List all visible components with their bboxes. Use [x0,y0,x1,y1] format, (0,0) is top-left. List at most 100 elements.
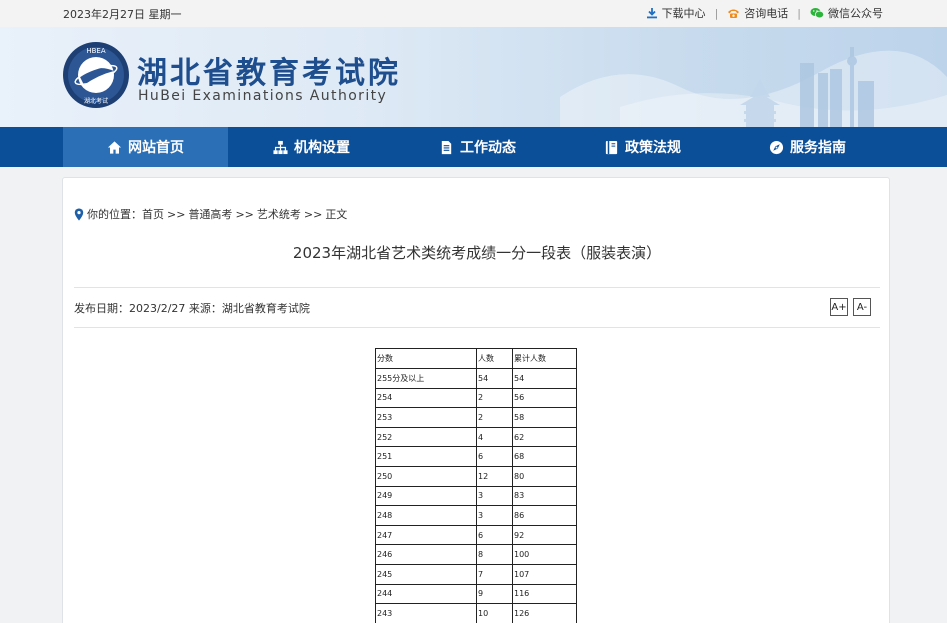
cell-cumulative: 92 [512,524,577,546]
separator: | [714,6,719,20]
cell-count: 54 [476,368,513,389]
article-meta: 发布日期：2023/2/27 来源：湖北省教育考试院 [74,302,310,315]
wechat-icon [810,8,824,19]
breadcrumb-home[interactable]: 首页 [142,206,164,222]
breadcrumb: 你的位置： 首页 >> 普通高考 >> 艺术统考 >> 正文 [74,206,347,222]
table-row: 248 3 86 [375,505,577,526]
cell-cumulative: 62 [512,426,577,448]
consult-phone-label: 咨询电话 [744,7,789,20]
cell-cumulative: 100 [512,544,577,565]
book-icon [605,140,618,154]
divider [74,327,880,328]
table-row: 246 8 100 [375,544,577,565]
top-bar: 2023年2月27日 星期一 下载中心 | 咨询电话 | 微信公众号 [0,0,947,27]
table-row: 247 6 92 [375,524,577,546]
breadcrumb-separator: >> [303,207,323,221]
cell-score: 248 [375,505,477,526]
table-row: 244 9 116 [375,583,577,605]
cell-count: 3 [476,485,513,507]
nav-item-organization[interactable]: 机构设置 [228,127,395,167]
cell-score: 246 [375,544,477,565]
cell-count: 4 [476,426,513,448]
table-body: 255分及以上 54 54 254 2 56 253 2 58 252 4 62 251 6 68 250 12… [375,368,577,623]
cell-score: 251 [375,446,477,467]
breadcrumb-separator: >> [167,207,186,221]
hbea-logo[interactable]: HBEA 湖北考试 [62,41,130,109]
cell-cumulative: 107 [512,563,577,585]
score-distribution-table: 分数 人数 累计人数 255分及以上 54 54 254 2 56 253 2 58 252 4 62… [375,348,577,623]
separator: | [797,6,801,20]
phone-icon [728,9,740,18]
table-row: 250 12 80 [375,465,577,487]
table-row: 254 2 56 [375,387,577,409]
table-row: 243 10 126 [375,603,577,623]
wechat-label: 微信公众号 [828,7,883,20]
breadcrumb-gaokao[interactable]: 普通高考 [188,206,232,222]
nav-item-policies[interactable]: 政策法规 [560,127,725,167]
logo-text-top: HBEA [86,47,105,55]
cell-cumulative: 54 [512,368,577,389]
nav-label: 服务指南 [790,140,846,156]
nav-item-service-guide[interactable]: 服务指南 [725,127,890,167]
column-header-cumulative: 累计人数 [512,348,577,369]
site-title-en: HuBei Examinations Authority [138,88,388,104]
download-icon [646,8,657,19]
location-pin-icon [74,208,84,220]
cell-score: 252 [375,426,477,448]
city-skyline-decoration [560,47,947,127]
cell-count: 2 [476,407,513,428]
cell-count: 8 [476,544,513,565]
cell-count: 3 [476,505,513,526]
cell-count: 6 [476,446,513,467]
cell-score: 255分及以上 [375,368,477,389]
cell-score: 245 [375,563,477,585]
nav-label: 政策法规 [625,140,681,156]
consult-phone-link[interactable]: 咨询电话 [727,5,788,21]
cell-cumulative: 126 [512,603,577,623]
wechat-link[interactable]: 微信公众号 [810,5,883,21]
divider [74,287,880,288]
home-icon [107,140,122,154]
nav-item-work-news[interactable]: 工作动态 [395,127,560,167]
download-center-link[interactable]: 下载中心 [646,5,706,21]
site-title-cn: 湖北省教育考试院 [137,56,401,91]
article-panel: 你的位置： 首页 >> 普通高考 >> 艺术统考 >> 正文 2023年湖北省艺… [62,177,890,623]
table-row: 253 2 58 [375,407,577,428]
font-decrease-button[interactable]: A- [853,298,871,316]
cell-score: 243 [375,603,477,623]
breadcrumb-separator: >> [235,207,254,221]
cell-cumulative: 68 [512,446,577,467]
nav-label: 机构设置 [294,140,350,156]
table-row: 245 7 107 [375,563,577,585]
logo-text-bottom: 湖北考试 [84,97,108,105]
download-center-label: 下载中心 [661,7,706,20]
site-header-banner: HBEA 湖北考试 湖北省教育考试院 HuBei Examinations Au… [0,27,947,127]
column-header-count: 人数 [476,348,513,369]
document-icon [441,140,452,154]
breadcrumb-art-exam[interactable]: 艺术统考 [257,206,301,222]
compass-icon [769,140,784,154]
breadcrumb-current: 正文 [325,208,348,221]
cell-score: 250 [375,465,477,487]
font-increase-button[interactable]: A+ [830,298,848,316]
org-chart-icon [273,140,288,154]
table-row: 251 6 68 [375,446,577,467]
cell-score: 253 [375,407,477,428]
nav-label: 网站首页 [128,140,184,156]
cell-count: 2 [476,387,513,409]
cell-score: 249 [375,485,477,507]
cell-cumulative: 56 [512,387,577,409]
table-row: 249 3 83 [375,485,577,507]
main-nav: 网站首页 机构设置 工作动态 政策法规 服务指南 [0,127,947,167]
cell-score: 247 [375,524,477,546]
cell-cumulative: 83 [512,485,577,507]
breadcrumb-prefix: 你的位置： [87,208,142,221]
cell-count: 12 [476,465,513,487]
table-row: 255分及以上 54 54 [375,368,577,389]
nav-label: 工作动态 [460,140,516,156]
nav-item-home[interactable]: 网站首页 [63,127,228,167]
cell-count: 9 [476,583,513,605]
table-row: 252 4 62 [375,426,577,448]
cell-score: 254 [375,387,477,409]
cell-count: 10 [476,603,513,623]
